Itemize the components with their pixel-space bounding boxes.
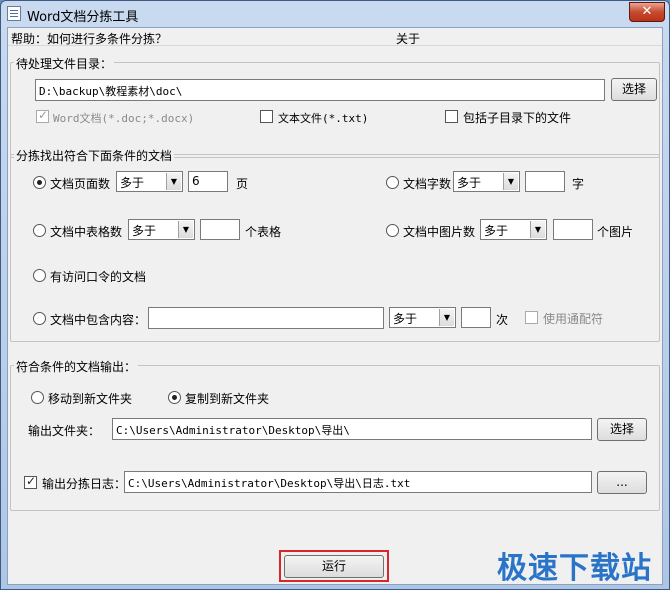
tables-unit: 个表格 xyxy=(245,225,282,239)
chevron-down-icon: ▼ xyxy=(166,173,181,190)
text-file-checkbox[interactable] xyxy=(260,110,273,123)
chevron-down-icon: ▼ xyxy=(530,221,545,238)
client-area: 帮助：如何进行多条件分拣？ 关于 待处理文件目录： D:\backup\教程素材… xyxy=(7,27,663,585)
source-browse-button[interactable]: 选择 xyxy=(611,78,657,101)
title-bar[interactable]: Word文档分拣工具 ✕ xyxy=(1,1,669,27)
move-label: 移动到新文件夹 xyxy=(48,392,133,406)
copy-label: 复制到新文件夹 xyxy=(185,392,270,406)
password-radio[interactable] xyxy=(33,269,46,282)
app-window: Word文档分拣工具 ✕ 帮助：如何进行多条件分拣？ 关于 待处理文件目录： D… xyxy=(0,0,670,590)
words-value-input[interactable] xyxy=(525,171,565,192)
pages-compare-select[interactable]: 多于 ▼ xyxy=(116,171,183,192)
tables-value-input[interactable] xyxy=(200,219,240,240)
images-value-input[interactable] xyxy=(553,219,593,240)
pages-value-input[interactable]: 6 xyxy=(188,171,228,192)
word-doc-checkbox[interactable] xyxy=(36,108,49,123)
words-compare-select[interactable]: 多于 ▼ xyxy=(453,171,520,192)
include-subdir-checkbox[interactable] xyxy=(445,110,458,123)
log-checkbox[interactable] xyxy=(24,474,37,489)
pages-radio[interactable] xyxy=(33,176,46,189)
content-compare-select[interactable]: 多于 ▼ xyxy=(389,307,456,328)
wildcard-checkbox[interactable] xyxy=(525,311,538,324)
chevron-down-icon: ▼ xyxy=(178,221,193,238)
chevron-down-icon: ▼ xyxy=(439,309,454,326)
images-compare-select[interactable]: 多于 ▼ xyxy=(480,219,547,240)
output-legend: 符合条件的文档输出： xyxy=(14,358,139,375)
copy-radio[interactable] xyxy=(168,391,181,404)
source-legend: 待处理文件目录： xyxy=(14,55,115,72)
menu-about[interactable]: 关于 xyxy=(396,30,420,47)
images-unit: 个图片 xyxy=(597,225,634,239)
content-radio[interactable] xyxy=(33,312,46,325)
log-path-input[interactable]: C:\Users\Administrator\Desktop\导出\日志.txt xyxy=(124,471,592,493)
tables-label: 文档中表格数 xyxy=(50,225,123,239)
content-input[interactable] xyxy=(148,307,384,329)
pages-unit: 页 xyxy=(236,177,249,191)
content-count-input[interactable] xyxy=(461,307,491,328)
menu-help[interactable]: 帮助：如何进行多条件分拣？ xyxy=(11,30,167,47)
words-label: 文档字数 xyxy=(403,177,452,191)
close-button[interactable]: ✕ xyxy=(629,2,665,22)
output-folder-label: 输出文件夹： xyxy=(28,424,101,438)
word-doc-label: Word文档(*.doc;*.docx) xyxy=(53,112,195,125)
menu-bar: 帮助：如何进行多条件分拣？ 关于 xyxy=(8,28,662,46)
run-button[interactable]: 运行 xyxy=(284,555,384,578)
images-label: 文档中图片数 xyxy=(403,225,476,239)
words-radio[interactable] xyxy=(386,176,399,189)
watermark-logo: 极速下载站 xyxy=(497,551,652,586)
tables-compare-select[interactable]: 多于 ▼ xyxy=(128,219,195,240)
criteria-legend: 分拣找出符合下面条件的文档 xyxy=(14,147,175,164)
window-title: Word文档分拣工具 xyxy=(27,10,139,25)
chevron-down-icon: ▼ xyxy=(503,173,518,190)
output-folder-input[interactable]: C:\Users\Administrator\Desktop\导出\ xyxy=(112,418,592,440)
words-unit: 字 xyxy=(572,177,585,191)
log-label: 输出分拣日志： xyxy=(42,477,127,491)
wildcard-label: 使用通配符 xyxy=(543,312,604,326)
source-path-input[interactable]: D:\backup\教程素材\doc\ xyxy=(35,79,605,101)
include-subdir-label: 包括子目录下的文件 xyxy=(463,111,572,125)
pages-label: 文档页面数 xyxy=(50,177,111,191)
content-label: 文档中包含内容： xyxy=(50,313,147,327)
output-folder-browse-button[interactable]: 选择 xyxy=(597,418,647,441)
document-icon xyxy=(7,6,21,21)
images-radio[interactable] xyxy=(386,224,399,237)
content-unit: 次 xyxy=(496,313,509,327)
password-label: 有访问口令的文档 xyxy=(50,270,147,284)
log-browse-button[interactable]: ... xyxy=(597,471,647,494)
move-radio[interactable] xyxy=(31,391,44,404)
tables-radio[interactable] xyxy=(33,224,46,237)
text-file-label: 文本文件(*.txt) xyxy=(278,112,369,125)
